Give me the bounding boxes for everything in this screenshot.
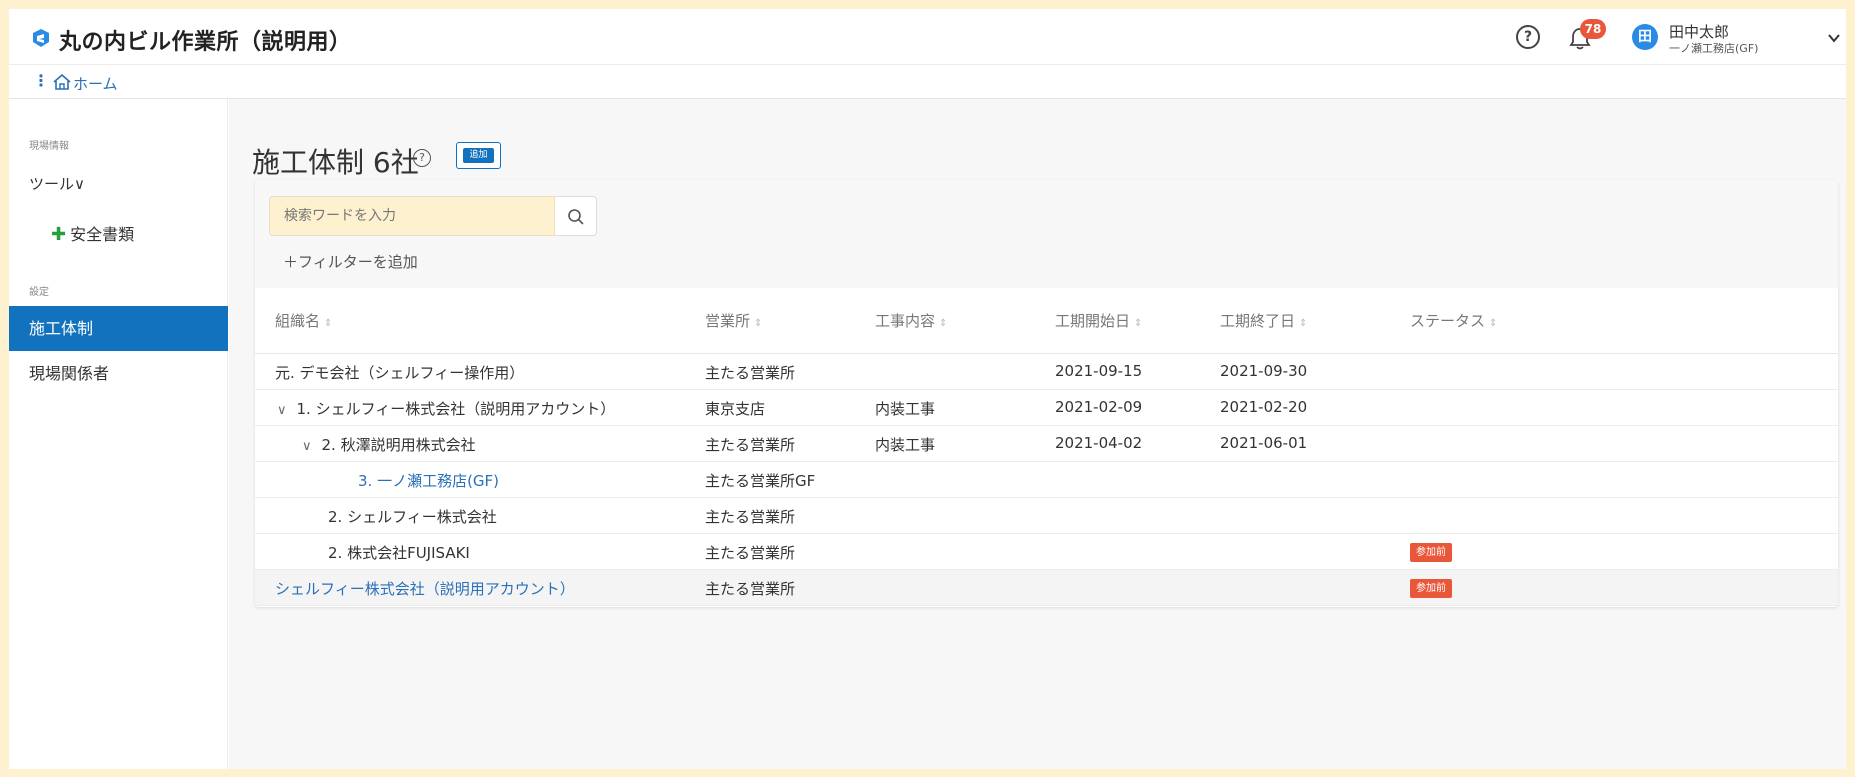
column-header-label: ステータス	[1410, 312, 1486, 330]
chevron-down-icon[interactable]: ∨	[277, 403, 287, 418]
org-name: 2. 株式会社FUJISAKI	[328, 544, 470, 562]
site-title: 丸の内ビル作業所（説明用）	[59, 30, 352, 55]
office: 主たる営業所	[705, 544, 796, 562]
status-badge: 参加前	[1410, 579, 1452, 598]
column-header-status[interactable]: ステータス ⇕	[1410, 310, 1497, 331]
org-name: 1. シェルフィー株式会社（説明用アカウント）	[296, 400, 616, 418]
help-icon[interactable]: ?	[1516, 25, 1540, 49]
end-date: 2021-02-20	[1220, 398, 1308, 416]
chevron-down-icon[interactable]: ∨	[302, 439, 312, 454]
user-org[interactable]: 一ノ瀬工務店(GF)	[1669, 40, 1758, 56]
search-icon	[568, 209, 584, 225]
search-button[interactable]	[555, 196, 597, 236]
office: 主たる営業所	[705, 436, 796, 454]
user-name[interactable]: 田中太郎	[1669, 21, 1729, 42]
filter-area: ＋フィルターを追加	[255, 180, 1838, 288]
column-header-start[interactable]: 工期開始日 ⇕	[1055, 310, 1142, 331]
sidebar-section-settings: 設定	[29, 287, 49, 298]
add-button-label: 追加	[463, 148, 494, 163]
org-name: 2. シェルフィー株式会社	[328, 508, 497, 526]
help-icon[interactable]: ?	[413, 149, 431, 167]
sidebar: 現場情報 ツール∨ ✚ 安全書類 設定 施工体制 現場関係者	[9, 99, 228, 769]
column-header-label: 工事内容	[875, 312, 936, 330]
sidebar-item-label: 安全書類	[70, 225, 135, 244]
table-row[interactable]: ∨ 1. シェルフィー株式会社（説明用アカウント） 東京支店 内装工事 2021-…	[255, 390, 1838, 426]
org-name: 元. デモ会社（シェルフィー操作用）	[275, 364, 525, 382]
chevron-down-icon[interactable]	[1827, 31, 1841, 45]
office: 東京支店	[705, 400, 766, 418]
sidebar-item-construction-system[interactable]: 施工体制	[9, 306, 228, 351]
menu-kebab-icon[interactable]: ⋮	[33, 71, 49, 90]
sort-icon: ⇕	[1134, 318, 1143, 329]
column-header-label: 営業所	[705, 312, 751, 330]
table-row[interactable]: ∨ 2. 秋澤説明用株式会社 主たる営業所 内装工事 2021-04-02 202…	[255, 426, 1838, 462]
sidebar-section-site-info: 現場情報	[29, 141, 69, 152]
office: 主たる営業所	[705, 580, 796, 598]
column-header-org[interactable]: 組織名 ⇕	[275, 310, 332, 331]
breadcrumb: ⋮ ホーム	[9, 65, 1846, 99]
sort-icon: ⇕	[324, 318, 333, 329]
sidebar-item-site-members[interactable]: 現場関係者	[9, 351, 228, 396]
app-logo-icon	[33, 29, 49, 47]
org-name: 2. 秋澤説明用株式会社	[321, 436, 476, 454]
org-name-cell: ∨ 2. 秋澤説明用株式会社	[302, 434, 476, 455]
office: 主たる営業所	[705, 508, 796, 526]
table-row[interactable]: 3. 一ノ瀬工務店(GF) 主たる営業所GF	[255, 462, 1838, 498]
avatar[interactable]: 田	[1632, 24, 1658, 50]
home-icon[interactable]	[53, 74, 71, 90]
sort-icon: ⇕	[754, 318, 763, 329]
table-header: 組織名 ⇕ 営業所 ⇕ 工事内容 ⇕ 工期開始日 ⇕ 工期終了日 ⇕ ステータス ⇕	[255, 288, 1838, 354]
search-input[interactable]	[269, 196, 555, 236]
status-badge: 参加前	[1410, 543, 1452, 562]
table-row[interactable]: 2. 株式会社FUJISAKI 主たる営業所 参加前	[255, 534, 1838, 570]
notification-button[interactable]: 78	[1569, 19, 1606, 51]
table-row[interactable]: 2. シェルフィー株式会社 主たる営業所	[255, 498, 1838, 534]
start-date: 2021-02-09	[1055, 398, 1143, 416]
table-row[interactable]: 元. デモ会社（シェルフィー操作用） 主たる営業所 2021-09-15 202…	[255, 354, 1838, 390]
column-header-label: 工期開始日	[1055, 312, 1131, 330]
table-row[interactable]: シェルフィー株式会社（説明用アカウント） 主たる営業所 参加前	[255, 570, 1838, 606]
work-type: 内装工事	[875, 400, 936, 418]
add-button[interactable]: 追加	[456, 142, 501, 169]
org-name-link[interactable]: 3. 一ノ瀬工務店(GF)	[358, 470, 499, 491]
sidebar-item-safety-docs[interactable]: ✚ 安全書類	[51, 221, 134, 245]
column-header-label: 工期終了日	[1220, 312, 1296, 330]
column-header-office[interactable]: 営業所 ⇕	[705, 310, 762, 331]
end-date: 2021-06-01	[1220, 434, 1308, 452]
column-header-label: 組織名	[275, 312, 321, 330]
main-content: 施工体制 6社 ? 追加 ＋フィルターを追加 組織名⇕ 営業所⇕ 工事内容⇕	[229, 99, 1846, 769]
office: 主たる営業所GF	[705, 472, 816, 490]
work-type: 内装工事	[875, 436, 936, 454]
start-date: 2021-09-15	[1055, 362, 1143, 380]
sort-icon: ⇕	[1489, 318, 1498, 329]
notification-count-badge: 78	[1580, 19, 1606, 39]
end-date: 2021-09-30	[1220, 362, 1308, 380]
start-date: 2021-04-02	[1055, 434, 1143, 452]
org-name-cell: ∨ 1. シェルフィー株式会社（説明用アカウント）	[277, 398, 615, 419]
org-name-link[interactable]: シェルフィー株式会社（説明用アカウント）	[275, 578, 575, 599]
sort-icon: ⇕	[1299, 318, 1308, 329]
column-header-work[interactable]: 工事内容 ⇕	[875, 310, 947, 331]
plus-icon: ✚	[51, 224, 67, 245]
sort-icon: ⇕	[939, 318, 948, 329]
add-filter-button[interactable]: ＋フィルターを追加	[283, 251, 418, 272]
office: 主たる営業所	[705, 364, 796, 382]
organization-table-card: ＋フィルターを追加 組織名⇕ 営業所⇕ 工事内容⇕ 工期開始日⇕ 工期終了日⇕ …	[255, 180, 1838, 607]
column-header-end[interactable]: 工期終了日 ⇕	[1220, 310, 1307, 331]
sidebar-tool-menu[interactable]: ツール∨	[29, 173, 85, 194]
top-bar: 丸の内ビル作業所（説明用） ? 78 田 田中太郎 一ノ瀬工務店(GF)	[9, 9, 1846, 65]
app-window: 丸の内ビル作業所（説明用） ? 78 田 田中太郎 一ノ瀬工務店(GF) ⋮ ホ…	[9, 9, 1846, 769]
breadcrumb-home-link[interactable]: ホーム	[73, 73, 118, 94]
page-title: 施工体制 6社	[252, 146, 419, 179]
